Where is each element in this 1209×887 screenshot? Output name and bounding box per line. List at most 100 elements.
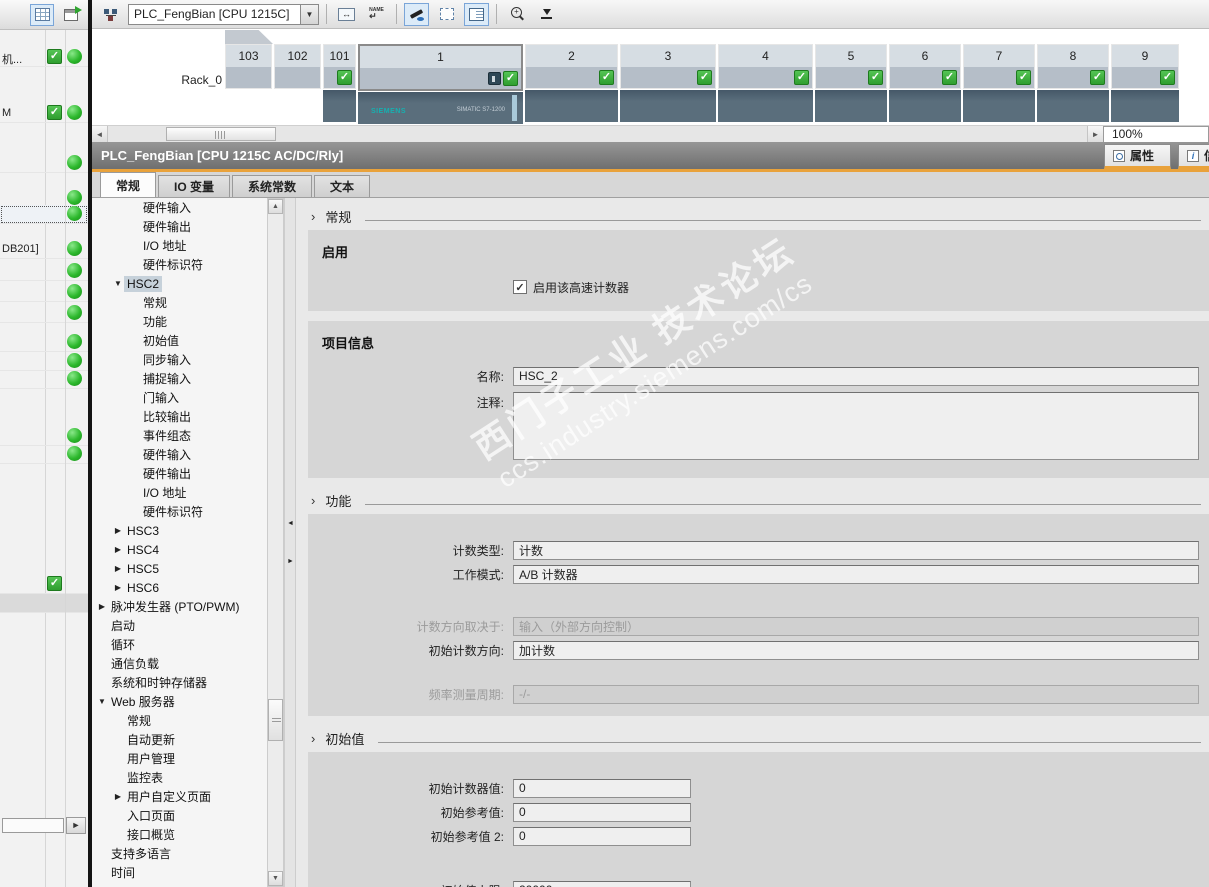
tree-item[interactable]: ▶ HSC6 xyxy=(92,578,267,597)
zoom-level-field[interactable]: 100% xyxy=(1103,125,1209,143)
initial-reference-input[interactable]: 0 xyxy=(513,802,691,822)
tree-item[interactable]: 系统和时钟存储器 xyxy=(92,673,267,692)
show-grid-button[interactable] xyxy=(434,3,459,26)
tree-item-label[interactable]: HSC5 xyxy=(124,561,162,577)
tree-item[interactable]: 硬件标识符 xyxy=(92,502,267,521)
export-table-button[interactable] xyxy=(59,4,83,26)
overview-row[interactable] xyxy=(0,352,88,371)
tree-item[interactable]: ▶ HSC5 xyxy=(92,559,267,578)
save-window-settings-button[interactable] xyxy=(534,3,559,26)
tree-item-label[interactable]: 同步输入 xyxy=(140,350,194,369)
scroll-right-button[interactable]: ► xyxy=(1087,126,1103,142)
hscroll-thumb[interactable] xyxy=(166,127,276,141)
tree-item-label[interactable]: 自动更新 xyxy=(124,730,178,749)
overview-row[interactable] xyxy=(0,262,88,281)
tree-item[interactable]: 通信负载 xyxy=(92,654,267,673)
overview-row[interactable] xyxy=(0,205,88,224)
slot-module[interactable] xyxy=(323,90,356,122)
tree-item-label[interactable]: 比较输出 xyxy=(140,407,194,426)
tree-item-label[interactable]: 硬件输出 xyxy=(140,464,194,483)
overview-row[interactable]: M ✓ xyxy=(0,104,88,123)
tree-item[interactable]: 时间 xyxy=(92,863,267,882)
tree-item[interactable]: ▶ 用户自定义页面 xyxy=(92,787,267,806)
table-view-button[interactable] xyxy=(30,3,54,26)
scroll-down-button[interactable]: ▼ xyxy=(268,871,283,886)
rack-drag-tab[interactable] xyxy=(225,30,273,44)
zoom-in-button[interactable] xyxy=(504,3,529,26)
slot-module[interactable] xyxy=(815,90,887,122)
tree-item[interactable]: I/O 地址 xyxy=(92,483,267,502)
scroll-left-button[interactable]: ◄ xyxy=(92,126,108,142)
tree-item-label[interactable]: HSC6 xyxy=(124,580,162,596)
tree-item-label[interactable]: 接口概览 xyxy=(124,825,178,844)
device-overview-button[interactable] xyxy=(464,2,489,26)
overview-row[interactable]: DB201] xyxy=(0,240,88,259)
tree-content-splitter[interactable]: ◄ ► xyxy=(284,198,296,887)
tab-常规[interactable]: 常规 xyxy=(100,172,157,197)
tree-item[interactable]: ▼ HSC2 xyxy=(92,274,267,293)
slot-module[interactable] xyxy=(718,90,813,122)
enable-hsc-checkbox[interactable]: ✓ xyxy=(513,280,527,294)
tree-item-label[interactable]: 硬件标识符 xyxy=(140,255,206,274)
tree-item[interactable]: 循环 xyxy=(92,635,267,654)
section-initial-values-header[interactable]: › 初始值 xyxy=(306,726,1209,750)
initial-reference2-input[interactable]: 0 xyxy=(513,826,691,846)
device-selector[interactable]: PLC_FengBian [CPU 1215C] ▼ xyxy=(128,3,319,25)
network-view-button[interactable] xyxy=(98,3,123,26)
tree-item[interactable]: 捕捉输入 xyxy=(92,369,267,388)
tree-item-label[interactable]: 时间 xyxy=(108,863,138,882)
rack-slot-6[interactable]: 6 ✓ xyxy=(889,44,961,124)
overview-row[interactable]: ✓ xyxy=(0,575,88,594)
expand-closed-icon[interactable]: ▶ xyxy=(112,526,124,535)
tree-item-label[interactable]: 通信负载 xyxy=(108,654,162,673)
rack-slot-102[interactable]: 102 xyxy=(274,44,321,124)
tree-item-label[interactable]: 硬件标识符 xyxy=(140,502,206,521)
slot-module[interactable] xyxy=(963,90,1035,122)
upper-limit-input[interactable]: 20000 xyxy=(513,880,691,887)
tree-item[interactable]: 事件组态 xyxy=(92,426,267,445)
tree-item[interactable]: 入口页面 xyxy=(92,806,267,825)
overview-row[interactable] xyxy=(0,370,88,389)
tree-item-label[interactable]: 启动 xyxy=(108,616,138,635)
tree-item[interactable]: 接口概览 xyxy=(92,825,267,844)
tree-item-label[interactable]: 系统和时钟存储器 xyxy=(108,673,210,692)
tree-item-label[interactable]: 常规 xyxy=(140,293,170,312)
scroll-right-button[interactable]: ► xyxy=(66,816,86,834)
overview-row[interactable] xyxy=(0,333,88,352)
tree-item[interactable]: 硬件输出 xyxy=(92,217,267,236)
device-selector-arrow[interactable]: ▼ xyxy=(300,3,319,25)
tree-item-label[interactable]: 用户管理 xyxy=(124,749,178,768)
overview-row[interactable] xyxy=(0,594,88,613)
tree-item-label[interactable]: Web 服务器 xyxy=(108,692,178,711)
count-type-dropdown[interactable]: 计数 xyxy=(513,540,1199,560)
device-selector-value[interactable]: PLC_FengBian [CPU 1215C] xyxy=(128,3,300,25)
rack-slot-103[interactable]: 103 xyxy=(225,44,272,124)
expand-open-icon[interactable]: ▼ xyxy=(96,697,108,706)
tree-item[interactable]: 比较输出 xyxy=(92,407,267,426)
section-general-header[interactable]: › 常规 xyxy=(306,204,1209,228)
tree-item-label[interactable]: 初始值 xyxy=(140,331,182,350)
tree-item[interactable]: 启动 xyxy=(92,616,267,635)
tree-item[interactable]: 常规 xyxy=(92,711,267,730)
vscroll-thumb[interactable] xyxy=(268,699,283,741)
tree-item[interactable]: I/O 地址 xyxy=(92,236,267,255)
slot-module[interactable] xyxy=(1111,90,1179,122)
tree-item-label[interactable]: 硬件输入 xyxy=(140,198,194,217)
tree-item[interactable]: 功能 xyxy=(92,312,267,331)
tree-item-label[interactable]: 监控表 xyxy=(124,768,166,787)
tree-item-label[interactable]: HSC3 xyxy=(124,523,162,539)
overview-row[interactable] xyxy=(0,445,88,464)
tree-item-label[interactable]: 支持多语言 xyxy=(108,844,174,863)
tab-系统常数[interactable]: 系统常数 xyxy=(232,175,313,197)
inspector-tab-properties[interactable]: 属性 xyxy=(1104,144,1171,169)
tree-item-label[interactable]: 入口页面 xyxy=(124,806,178,825)
expand-open-icon[interactable]: ▼ xyxy=(112,279,124,288)
expand-closed-icon[interactable]: ▶ xyxy=(112,583,124,592)
tree-item[interactable]: 硬件输入 xyxy=(92,445,267,464)
rack-slot-3[interactable]: 3 ✓ xyxy=(620,44,716,124)
tree-item[interactable]: ▶ HSC4 xyxy=(92,540,267,559)
rack-slot-9[interactable]: 9 ✓ xyxy=(1111,44,1179,124)
measure-width-button[interactable]: ↔ xyxy=(334,3,359,26)
tab-IO 变量[interactable]: IO 变量 xyxy=(158,175,231,197)
highlight-io-button[interactable] xyxy=(404,2,429,26)
